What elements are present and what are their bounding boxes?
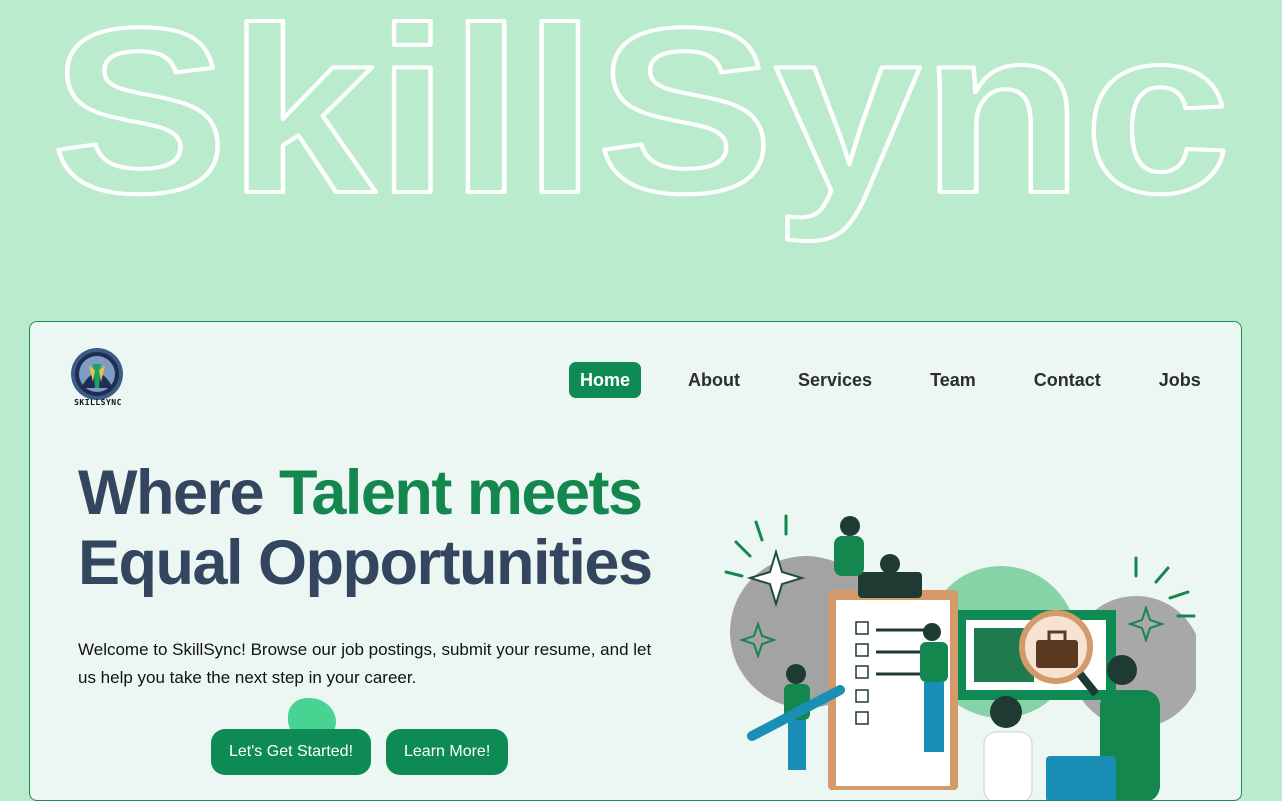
- headline-line2: Equal Opportunities: [78, 528, 653, 598]
- logo-text: SKILLSYNC: [74, 398, 122, 407]
- hiring-illustration: [724, 514, 1196, 800]
- nav-contact[interactable]: Contact: [1023, 362, 1112, 398]
- nav-about[interactable]: About: [677, 362, 751, 398]
- brand-wordmark-outline: SkillSync: [49, 0, 1233, 245]
- nav-team[interactable]: Team: [919, 362, 987, 398]
- main-nav: Home About Services Team Contact Jobs: [569, 362, 1212, 398]
- hero-card: SKILLSYNC Home About Services Team Conta…: [29, 321, 1242, 801]
- headline-part1: Where: [78, 458, 280, 528]
- hero-intro: Welcome to SkillSync! Browse our job pos…: [78, 640, 652, 687]
- headline-accent: Talent meets: [279, 458, 643, 528]
- learn-more-button[interactable]: Learn More!: [386, 729, 509, 775]
- brand-wordmark: SkillSync: [51, 0, 1231, 243]
- hero-headline: Where Talent meets Equal Opportunities: [78, 458, 653, 598]
- nav-services[interactable]: Services: [787, 362, 883, 398]
- nav-home[interactable]: Home: [569, 362, 642, 398]
- get-started-button[interactable]: Let's Get Started!: [211, 729, 372, 775]
- nav-jobs[interactable]: Jobs: [1148, 362, 1212, 398]
